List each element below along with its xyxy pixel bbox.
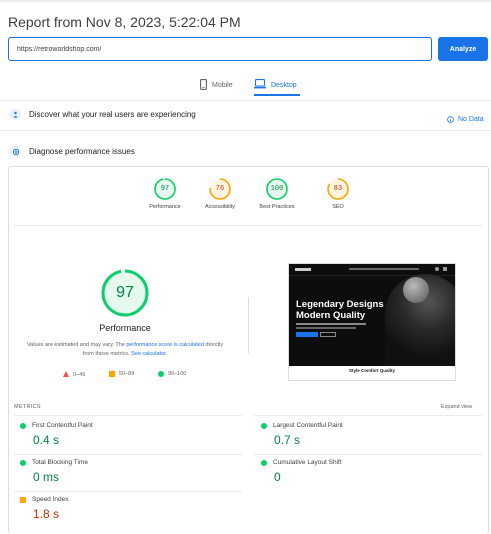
good-dot-icon (20, 422, 26, 429)
metric-label: Total Blocking Time (32, 459, 88, 466)
desktop-icon (254, 79, 266, 91)
average-square-icon (20, 496, 26, 503)
divider (14, 454, 242, 455)
note-prefix: Values are estimated and may vary. The (27, 342, 127, 348)
square-icon (109, 371, 115, 377)
good-dot-icon (261, 422, 267, 429)
diagnose-heading: Diagnose performance issues (29, 147, 135, 156)
good-dot-icon (20, 459, 26, 466)
metric-tbt: Total Blocking Time 0 ms (20, 459, 88, 484)
report-title: Report from Nov 8, 2023, 5:22:04 PM (8, 14, 241, 30)
metric-cls: Cumulative Layout Shift 0 (261, 459, 342, 484)
legend-average: 50–89 (109, 371, 134, 377)
screenshot-image: Legendary Designs Modern Quality (289, 264, 455, 366)
performance-label: Performance (99, 323, 151, 333)
performance-note: Values are estimated and may vary. The p… (22, 341, 228, 359)
url-input[interactable] (8, 37, 432, 61)
divider (254, 415, 482, 416)
metric-value: 0 (274, 470, 281, 484)
metric-fcp: First Contentful Paint 0.4 s (20, 422, 93, 447)
legend-poor-label: 0–49 (73, 372, 86, 378)
metrics-header: METRICS (14, 404, 41, 410)
top-border (0, 0, 491, 2)
category-performance[interactable]: 97 Performance (146, 177, 184, 210)
tab-desktop[interactable]: Desktop (254, 77, 297, 93)
divider (14, 225, 482, 226)
divider (254, 454, 482, 455)
divider (14, 415, 242, 416)
category-score: 100 (270, 185, 284, 193)
no-data-indicator[interactable]: No Data (447, 110, 484, 128)
no-data-label: No Data (458, 115, 484, 123)
category-gauge: 97 (153, 177, 177, 201)
good-dot-icon (261, 459, 267, 466)
see-calculator-link[interactable]: See calculator. (131, 351, 167, 357)
category-seo[interactable]: 83 SEO (319, 177, 357, 210)
hero-button-secondary (320, 332, 336, 337)
metric-label: Cumulative Layout Shift (273, 459, 342, 466)
tab-desktop-label: Desktop (271, 81, 297, 89)
category-label: Performance (149, 204, 181, 210)
category-score: 76 (215, 185, 225, 193)
mobile-icon (200, 78, 207, 92)
metric-value: 0.4 s (33, 433, 60, 447)
hero-button (296, 332, 318, 337)
divider (14, 491, 242, 492)
category-gauge: 83 (326, 177, 350, 201)
expand-view-button[interactable]: Expand view (441, 404, 472, 410)
circle-icon (158, 371, 164, 377)
screenshot-caption: Style Comfort Quality (348, 368, 395, 373)
performance-score: 97 (116, 284, 134, 301)
info-circle-icon (447, 110, 454, 128)
diagnose-icon (10, 146, 21, 157)
hero-ball (403, 277, 429, 303)
metric-label: Largest Contentful Paint (273, 422, 343, 429)
legend-poor: 0–49 (63, 371, 85, 379)
tab-mobile[interactable]: Mobile (200, 77, 233, 93)
divider (0, 130, 491, 131)
category-gauge: 100 (265, 177, 289, 201)
category-best-practices[interactable]: 100 Best Practices (258, 177, 296, 210)
category-gauge: 76 (208, 177, 232, 201)
triangle-icon (63, 371, 69, 379)
metric-label: Speed Index (32, 496, 69, 503)
category-label: SEO (332, 204, 344, 210)
metric-value: 1.8 s (33, 507, 60, 521)
score-calculated-link[interactable]: performance score is calculated (126, 342, 204, 348)
users-icon (10, 109, 21, 120)
category-label: Accessibility (205, 204, 235, 210)
metric-value: 0.7 s (274, 433, 301, 447)
tab-mobile-label: Mobile (212, 81, 233, 89)
legend-good-label: 90–100 (168, 371, 187, 377)
performance-gauge: 97 (100, 268, 150, 318)
metric-lcp: Largest Contentful Paint 0.7 s (261, 422, 343, 447)
category-score: 83 (333, 185, 343, 193)
category-accessibility[interactable]: 76 Accessibility (201, 177, 239, 210)
active-tab-indicator (254, 94, 300, 96)
vertical-divider (248, 297, 249, 353)
metric-value: 0 ms (33, 470, 60, 484)
page-screenshot[interactable]: Legendary Designs Modern Quality Style C… (288, 263, 456, 381)
category-score: 97 (160, 185, 170, 193)
legend-average-label: 50–89 (119, 371, 135, 377)
category-label: Best Practices (259, 204, 295, 210)
screenshot-headline: Legendary Designs Modern Quality (296, 299, 384, 321)
real-users-heading: Discover what your real users are experi… (29, 110, 196, 119)
legend-good: 90–100 (158, 371, 186, 377)
analyze-button[interactable]: Analyze (438, 37, 488, 61)
metric-speed-index: Speed Index 1.8 s (20, 496, 69, 521)
divider (0, 100, 491, 101)
metric-label: First Contentful Paint (32, 422, 93, 429)
